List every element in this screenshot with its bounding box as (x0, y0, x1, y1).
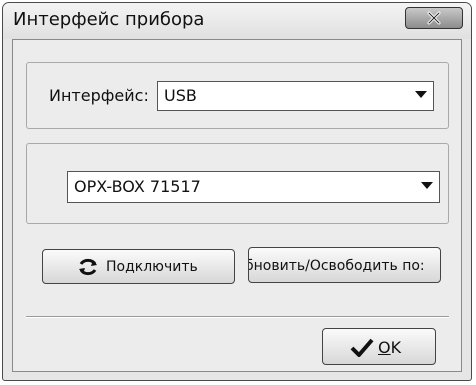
dialog-body: Интерфейс: USB OPX-BOX 71517 Подключить … (12, 39, 462, 372)
refresh-release-button-label: бновить/Освободить по: (248, 258, 425, 274)
chevron-down-icon (415, 91, 427, 98)
window-title: Интерфейс прибора (13, 9, 205, 30)
close-button[interactable] (405, 7, 463, 29)
device-select[interactable]: OPX-BOX 71517 (67, 171, 440, 203)
ok-button-label: OK (378, 338, 402, 357)
device-select-value: OPX-BOX 71517 (74, 177, 201, 196)
interface-label: Интерфейс: (49, 86, 149, 105)
title-bar: Интерфейс прибора (3, 3, 471, 39)
device-interface-dialog: Интерфейс прибора Интерфейс: USB OPX-BOX… (2, 2, 472, 381)
close-icon (427, 11, 441, 25)
connect-button[interactable]: Подключить (42, 249, 235, 284)
connect-button-label: Подключить (106, 259, 198, 275)
interface-select-value: USB (164, 86, 197, 105)
chevron-down-icon (421, 182, 433, 189)
checkmark-icon (350, 338, 374, 357)
ok-button[interactable]: OK (322, 328, 436, 365)
interface-select[interactable]: USB (157, 81, 434, 111)
divider (26, 316, 449, 318)
refresh-release-button[interactable]: бновить/Освободить по: (248, 247, 441, 283)
refresh-arrows-icon (79, 258, 97, 276)
